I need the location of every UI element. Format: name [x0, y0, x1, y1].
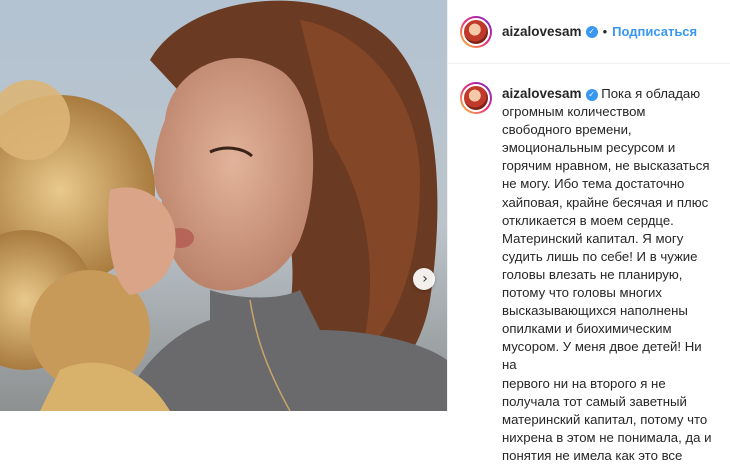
post-sidebar: aizalovesam ✓ • Подписаться aizalovesam ✓…: [447, 0, 730, 463]
follow-button[interactable]: Подписаться: [612, 24, 697, 39]
next-photo-button[interactable]: ›: [413, 268, 435, 290]
caption-line: нихрена в этом не понимала, да и: [502, 429, 712, 445]
caption-line: мусором. У меня двое детей! Ни на: [502, 339, 702, 373]
caption-avatar[interactable]: [460, 82, 492, 114]
caption-line: горячим нравном, не высказаться: [502, 158, 710, 174]
caption-line: хайповая, крайне бесячая и плюс: [502, 194, 709, 210]
avatar[interactable]: [460, 15, 492, 48]
caption-line: не могу. Ибо тема достаточно: [502, 176, 685, 192]
post-header: aizalovesam ✓ • Подписаться: [448, 0, 730, 64]
caption-section: aizalovesam ✓ Пока я обладаю огромным кол…: [448, 64, 730, 465]
caption-line: головы влезать не планирую,: [502, 266, 683, 282]
post-photo[interactable]: ›: [0, 0, 447, 411]
caption-line: Материнский капитал. Я могу: [502, 230, 684, 246]
caption-line: высказывающихся наполнены: [502, 303, 688, 319]
caption-line: свободного времени,: [502, 122, 632, 138]
verified-badge-icon: ✓: [585, 25, 598, 38]
caption-line: опилками и биохимическим: [502, 321, 672, 337]
caption-text: aizalovesam ✓ Пока я обладаю огромным кол…: [502, 85, 717, 465]
chevron-right-icon: ›: [422, 271, 428, 287]
caption-line: первого ни на второго я не: [502, 375, 666, 391]
caption-line: откликается в моем сердце.: [502, 212, 674, 228]
caption-username[interactable]: aizalovesam: [502, 86, 582, 101]
caption-line: понятия не имела как это все: [502, 447, 683, 463]
caption-line: материнский капитал, потому что: [502, 411, 708, 427]
verified-badge-icon: ✓: [585, 89, 598, 102]
header-username[interactable]: aizalovesam: [502, 24, 582, 39]
caption-line: судить лишь по себе! И в чужие: [502, 248, 698, 264]
caption-line: потому что головы многих: [502, 285, 662, 301]
caption-line: получала тот самый заветный: [502, 393, 687, 409]
caption-line: Пока я обладаю: [601, 86, 701, 101]
caption-line: эмоциональным ресурсом и: [502, 140, 676, 156]
separator-dot: •: [602, 24, 608, 39]
caption-line: огромным количеством: [502, 104, 646, 120]
photo-illustration: [0, 0, 447, 411]
